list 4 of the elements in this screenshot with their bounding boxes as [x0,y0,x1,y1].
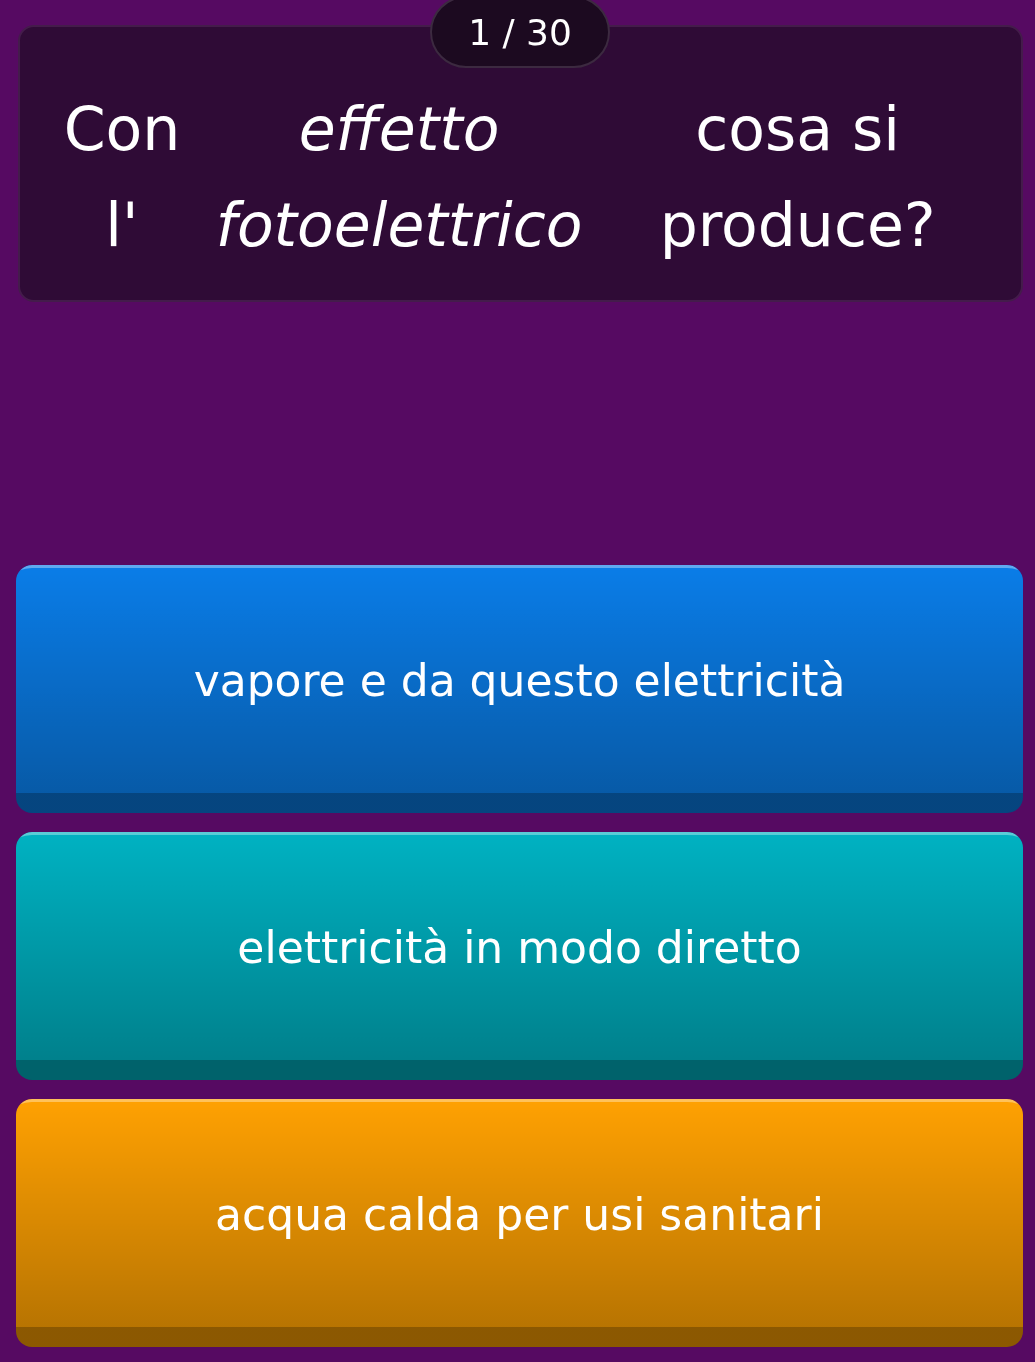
answer-button[interactable]: vapore e da questo elettricità [16,565,1023,813]
answer-button[interactable]: elettricità in modo diretto [16,832,1023,1080]
question-counter: 1 / 30 [430,0,610,68]
answer-button[interactable]: acqua calda per usi sanitari [16,1099,1023,1347]
